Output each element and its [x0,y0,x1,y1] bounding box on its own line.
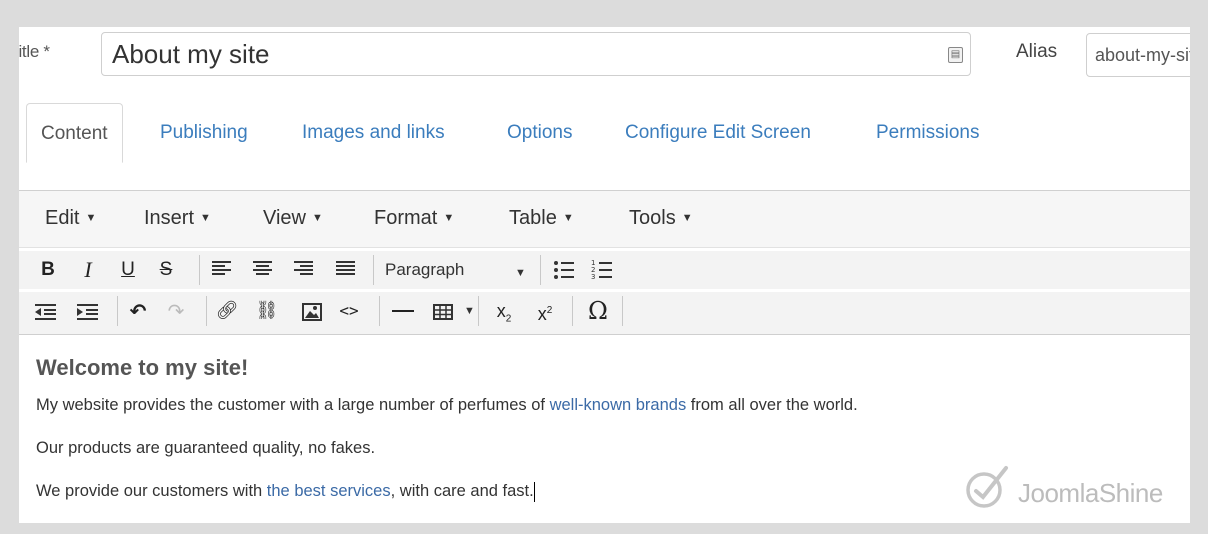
bullet-list-icon[interactable] [553,260,575,280]
watermark-text: JoomlaShine [1018,478,1163,508]
caret-down-icon: ▼ [443,212,455,224]
caret-down-icon: ▼ [85,212,97,224]
source-code-icon[interactable]: <> [337,296,361,326]
field-info-icon[interactable]: ▤ [948,47,963,63]
align-left-icon[interactable] [212,261,231,275]
editor-menubar: Edit ▼ Insert ▼ View ▼ Format ▼ Table ▼ Tools… [19,191,1190,248]
tab-publishing[interactable]: Publishing [160,103,248,163]
italic-button[interactable]: I [77,255,99,285]
align-justify-icon[interactable] [336,261,355,275]
tab-configure-edit-screen[interactable]: Configure Edit Screen [625,103,811,163]
block-format-select[interactable]: Paragraph ▼ [377,255,537,285]
content-link[interactable]: well-known brands [550,396,687,414]
undo-icon[interactable]: ↶ [127,296,149,326]
content-link[interactable]: the best services [267,482,391,500]
tab-content[interactable]: Content [26,103,123,163]
article-editor: Title * ▤ Alias Content Publishing Image… [19,27,1190,523]
content-paragraph: Our products are guaranteed quality, no … [36,439,376,457]
align-right-icon[interactable] [294,261,313,275]
redo-icon[interactable]: ↷ [165,296,187,326]
caret-down-icon: ▼ [200,212,211,224]
caret-down-icon: ▼ [312,212,323,224]
alias-label: Alias [1016,41,1058,62]
caret-down-icon: ▼ [515,267,526,279]
editor-tabs: Content Publishing Images and links Opti… [19,103,1190,164]
numbered-list-icon[interactable]: 1 2 3 [591,258,613,280]
superscript-icon[interactable]: x2 [532,296,558,326]
underline-button[interactable]: U [117,255,139,285]
menu-view[interactable]: View ▼ [263,207,323,230]
indent-icon[interactable] [77,304,99,320]
subscript-icon[interactable]: x2 [491,296,517,326]
title-input[interactable] [101,32,971,76]
remove-link-icon[interactable]: ⛓︎ [255,296,279,326]
tab-panel-top [19,163,1190,191]
insert-link-icon[interactable]: 🔗︎ [215,296,239,326]
special-character-icon[interactable]: Ω [585,296,611,326]
menu-edit[interactable]: Edit ▼ [45,207,96,230]
bold-button[interactable]: B [37,255,59,285]
content-paragraph: My website provides the customer with a … [36,396,858,414]
menu-format[interactable]: Format ▼ [374,207,454,230]
alias-input[interactable] [1086,33,1190,77]
tab-images-and-links[interactable]: Images and links [302,103,445,163]
text-cursor [533,481,535,502]
caret-down-icon[interactable]: ▼ [464,305,475,317]
menu-insert[interactable]: Insert ▼ [144,207,211,230]
watermark: JoomlaShine [962,462,1163,512]
content-heading: Welcome to my site! [36,355,249,380]
tab-permissions[interactable]: Permissions [876,103,979,163]
formatting-toolbar: B I U S Paragraph ▼ 1 2 3 [19,251,1190,289]
align-center-icon[interactable] [253,261,272,275]
tab-options[interactable]: Options [507,103,572,163]
caret-down-icon: ▼ [562,212,574,224]
menu-table[interactable]: Table ▼ [509,207,574,230]
title-label: Title * [19,42,50,61]
outdent-icon[interactable] [35,304,57,320]
strikethrough-button[interactable]: S [155,255,177,285]
menu-tools[interactable]: Tools ▼ [629,207,693,230]
joomlashine-logo-icon [966,466,1008,508]
horizontal-rule-icon[interactable] [390,296,416,326]
caret-down-icon: ▼ [681,212,693,224]
svg-text:3: 3 [591,273,595,280]
insert-toolbar: ↶ ↷ 🔗︎ ⛓︎ <> ▼ x2 x2 Ω [19,292,1190,335]
table-icon[interactable] [433,304,453,320]
insert-image-icon[interactable] [302,303,322,321]
